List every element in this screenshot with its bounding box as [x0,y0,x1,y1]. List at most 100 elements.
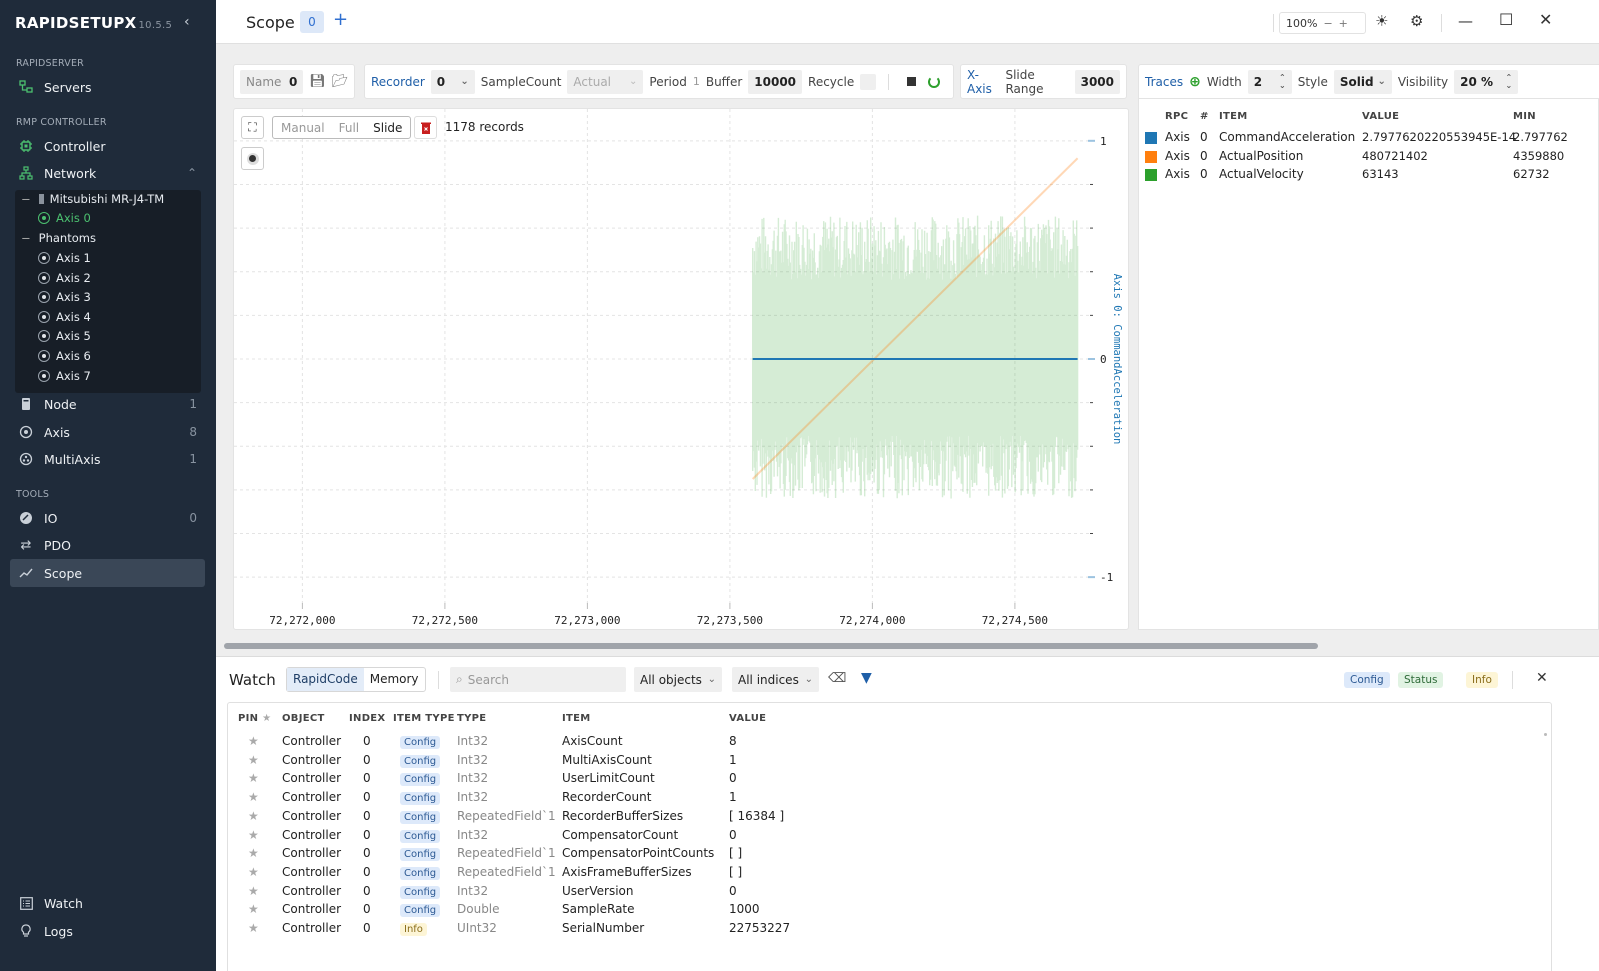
trace-color-swatch[interactable] [1145,169,1157,182]
watch-row[interactable]: ★ Controller 0 Config RepeatedField`1 Compens… [228,845,1551,864]
pin-star-icon[interactable]: ★ [248,846,259,860]
watch-row[interactable]: ★ Controller 0 Config RepeatedField`1 Recorde… [228,808,1551,827]
stepper-arrows-icon[interactable]: ⌃ ⌄ [1279,73,1286,90]
pin-star-icon[interactable]: ★ [248,790,259,804]
pin-star-icon[interactable]: ★ [248,865,259,879]
close-icon[interactable]: ✕ [1539,10,1552,29]
pin-star-icon[interactable]: ★ [248,734,259,748]
trace-color-swatch[interactable] [1145,150,1157,163]
x-tick-label: 72,272,000 [269,614,335,627]
theme-toggle-icon[interactable]: ☀ [1375,12,1388,30]
watch-row[interactable]: ★ Controller 0 Config Int32 AxisCount 8 [228,733,1551,752]
watch-row[interactable]: ★ Controller 0 Config Int32 UserLimitCount 0 [228,770,1551,789]
pin-star-icon[interactable]: ★ [248,753,259,767]
gear-icon[interactable]: ⚙ [1410,12,1423,30]
filter-config[interactable]: Config [1344,672,1390,688]
tree-item-phantom-axis[interactable]: Axis 6 [38,349,91,363]
x-tick-label: 72,272,500 [412,614,478,627]
sidebar-item-controller[interactable]: Controller [10,132,205,160]
indices-select[interactable]: All indices ⌄ [732,667,819,692]
close-watch-icon[interactable]: ✕ [1536,670,1548,686]
tree-item-phantom-axis[interactable]: Axis 2 [38,271,91,285]
watch-row[interactable]: ★ Controller 0 Config RepeatedField`1 AxisFra… [228,864,1551,883]
open-folder-icon[interactable]: 📂︎ [332,74,349,89]
stop-icon[interactable] [907,77,917,86]
period-value[interactable]: 1 [693,75,700,88]
pin-star-icon[interactable]: ★ [248,921,259,935]
chevron-up-icon[interactable]: ⌃ [187,166,197,180]
trace-rpc: Axis [1165,167,1190,182]
pin-star-icon[interactable]: ★ [248,771,259,785]
sidebar-item-node[interactable]: Node 1 [10,390,205,418]
samplecount-select[interactable]: Actual ⌄ [567,69,644,94]
save-icon[interactable]: 💾︎ [309,74,326,89]
mode-slide[interactable]: Slide [365,121,410,135]
sidebar-item-watch[interactable]: Watch [10,889,205,917]
tree-item-phantom-axis[interactable]: Axis 1 [38,251,91,265]
trace-color-swatch[interactable] [1145,132,1157,144]
pin-star-icon[interactable]: ★ [248,809,259,823]
filter-status[interactable]: Status [1398,672,1444,688]
name-field[interactable]: Name 0 [240,69,304,94]
zoom-out-button[interactable]: − [1323,17,1332,30]
sidebar-item-io[interactable]: IO 0 [10,504,205,532]
watch-row[interactable]: ★ Controller 0 Config Int32 UserVersion 0 [228,883,1551,902]
tree-item-phantom-axis[interactable]: Axis 3 [38,290,91,304]
tree-item-phantom-axis[interactable]: Axis 7 [38,369,91,383]
recycle-checkbox[interactable] [860,73,877,90]
sidebar-item-logs[interactable]: Logs [10,917,205,945]
filter-info[interactable]: Info [1466,672,1498,688]
style-select[interactable]: Solid ⌄ [1333,69,1392,94]
buffer-input[interactable]: 10000 [748,69,803,94]
tree-node-phantoms[interactable]: − Phantoms [21,231,96,245]
sidebar-item-multiaxis[interactable]: MultiAxis 1 [10,445,205,473]
add-trace-icon[interactable]: ⊕ [1189,74,1201,90]
pin-star-icon[interactable]: ★ [248,902,259,916]
slide-range-input[interactable]: 3000 [1074,69,1120,94]
delete-records-button[interactable] [414,116,437,139]
watch-row[interactable]: ★ Controller 0 Config Double SampleRate 1000 [228,901,1551,920]
sidebar-item-scope[interactable]: Scope [10,559,205,587]
zoom-in-button[interactable]: + [1339,17,1348,30]
pin-star-icon[interactable]: ★ [248,884,259,898]
collapse-icon[interactable]: − [21,192,31,206]
collapse-sidebar-icon[interactable]: ‹ [184,14,190,30]
tree-node-mitsubishi[interactable]: − Mitsubishi MR-J4-TM [21,192,164,206]
pin-star-icon[interactable]: ★ [248,828,259,842]
sidebar-item-servers[interactable]: Servers [10,73,205,101]
recorder-value: 0 [436,74,446,89]
scope-plot[interactable]: 72,272,000 72,272,500 72,273,000 72,273,500… [233,108,1129,630]
tab-memory[interactable]: Memory [364,668,425,691]
watch-row[interactable]: ★ Controller 0 Config Int32 MultiAxisCount 1 [228,752,1551,771]
width-stepper[interactable]: 2 ⌃ ⌄ [1247,69,1292,94]
mode-manual[interactable]: Manual [273,121,333,135]
sidebar-item-network[interactable]: Network ⌃ [10,159,205,187]
tree-item-axis-0[interactable]: Axis 0 [38,211,91,225]
record-button[interactable] [241,147,264,170]
maximize-icon[interactable]: ☐ [1499,10,1513,29]
tree-item-phantom-axis[interactable]: Axis 4 [38,310,91,324]
watch-row[interactable]: ★ Controller 0 Config Int32 RecorderCount 1 [228,789,1551,808]
fullscreen-icon[interactable]: ⛶ [241,116,264,139]
collapse-icon[interactable]: − [21,231,31,245]
horizontal-scrollbar[interactable] [224,643,1318,649]
add-tab-button[interactable]: + [333,9,348,30]
sidebar-item-axis[interactable]: Axis 8 [10,418,205,446]
sidebar-item-pdo[interactable]: ⇄ PDO [10,531,205,559]
watch-row[interactable]: ★ Controller 0 Info UInt32 SerialNumber 227532… [228,920,1551,939]
mode-full[interactable]: Full [333,121,366,135]
visibility-stepper[interactable]: 20 % ⌃ ⌄ [1454,69,1519,94]
filter-icon[interactable]: ▼ [861,670,872,686]
recorder-select[interactable]: 0 ⌄ [430,69,475,94]
tree-item-phantom-axis[interactable]: Axis 5 [38,329,91,343]
row-index: 0 [363,808,371,823]
tab-rapidcode[interactable]: RapidCode [287,668,364,691]
stepper-arrows-icon[interactable]: ⌃ ⌄ [1505,73,1512,90]
objects-select[interactable]: All objects ⌄ [634,667,722,692]
clear-filter-icon[interactable]: ⌫ [828,671,846,686]
star-icon[interactable]: ★ [262,713,271,724]
scope-tab-0[interactable]: 0 [300,11,324,33]
search-input[interactable]: ⌕ Search [450,667,626,692]
minimize-icon[interactable]: — [1458,12,1473,30]
watch-row[interactable]: ★ Controller 0 Config Int32 CompensatorCount 0 [228,827,1551,846]
